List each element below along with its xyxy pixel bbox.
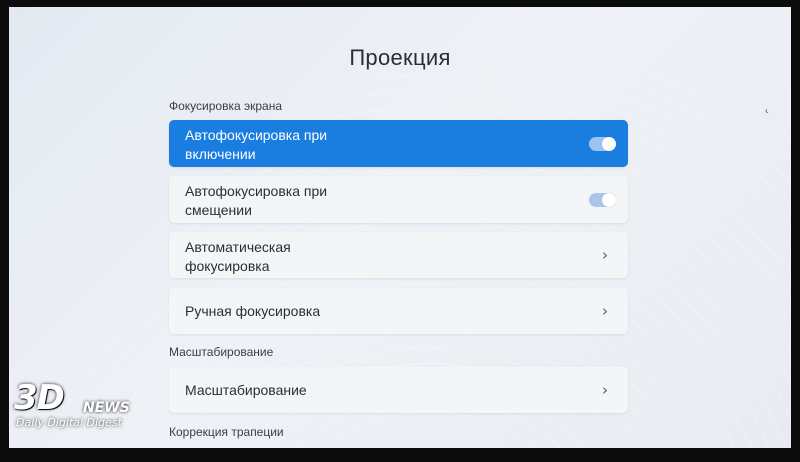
row-autofocus-on-move[interactable]: Автофокусировка при смещении xyxy=(169,176,628,223)
toggle-knob xyxy=(602,136,616,151)
watermark-logo: 3D NEWS Daily Digital Digest xyxy=(10,378,152,438)
row-label: Автоматическая фокусировка xyxy=(185,239,291,274)
chevron-right-icon: › xyxy=(602,302,608,320)
row-label: Автофокусировка при смещении xyxy=(185,183,328,218)
toggle-knob xyxy=(602,192,616,207)
watermark-tagline: Daily Digital Digest xyxy=(16,416,122,429)
row-label: Масштабирование xyxy=(185,382,307,398)
toggle-switch-icon[interactable] xyxy=(589,136,616,151)
section-label-keystone: Коррекция трапеции xyxy=(169,425,284,439)
section-label-scaling: Масштабирование xyxy=(169,345,274,359)
row-label: Ручная фокусировка xyxy=(185,303,321,319)
toggle-switch-icon[interactable] xyxy=(589,192,616,207)
watermark-sub: NEWS xyxy=(83,400,130,416)
watermark-main: 3D xyxy=(14,378,65,418)
row-label: Автофокусировка при включении xyxy=(185,127,328,162)
chevron-right-icon: › xyxy=(602,246,608,264)
row-autofocus-on-startup[interactable]: Автофокусировка при включении xyxy=(169,120,628,167)
pointer-mark-icon: ‹ xyxy=(763,105,771,118)
page-title: Проекция xyxy=(349,45,451,70)
row-automatic-focus[interactable]: Автоматическая фокусировка › xyxy=(169,232,628,278)
row-scaling[interactable]: Масштабирование › xyxy=(169,367,628,413)
row-manual-focus[interactable]: Ручная фокусировка › xyxy=(169,288,628,334)
section-label-focus: Фокусировка экрана xyxy=(169,99,283,113)
chevron-right-icon: › xyxy=(602,381,608,399)
